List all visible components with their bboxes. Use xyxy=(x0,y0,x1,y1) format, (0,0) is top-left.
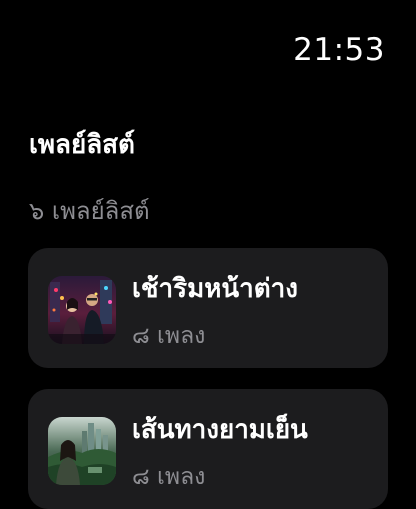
playlist-cover-image xyxy=(48,276,116,344)
status-time: 21:53 xyxy=(293,32,385,68)
playlist-song-count: ๘ เพลง xyxy=(132,464,206,490)
playlist-title: เช้าริมหน้าต่าง xyxy=(132,274,298,304)
playlist-card[interactable]: เช้าริมหน้าต่าง ๘ เพลง xyxy=(28,248,388,368)
playlist-count: ๖ เพลย์ลิสต์ xyxy=(29,197,150,225)
page-title: เพลย์ลิสต์ xyxy=(29,130,135,160)
playlist-card[interactable]: เส้นทางยามเย็น ๘ เพลง xyxy=(28,389,388,509)
playlist-song-count: ๘ เพลง xyxy=(132,323,206,349)
playlist-title: เส้นทางยามเย็น xyxy=(132,415,308,445)
playlist-cover-image xyxy=(48,417,116,485)
